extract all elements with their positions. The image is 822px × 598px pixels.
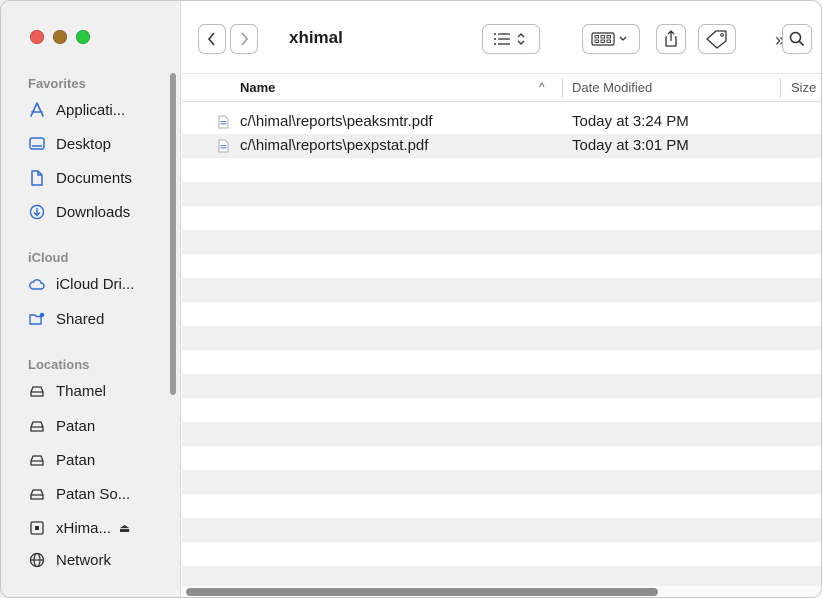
computer-icon [28,519,46,537]
file-name: c/\himal\reports\pexpstat.pdf [240,137,429,154]
sidebar-item-label: Shared [56,310,105,328]
sidebar-item-network[interactable]: Network [28,548,111,572]
share-button[interactable] [656,24,686,54]
sidebar-item-label: Documents [56,169,132,187]
column-divider[interactable] [562,78,563,98]
sidebar-item-label: Patan So... [56,485,131,503]
sidebar-section-locations: Locations [28,357,90,372]
file-list: c/\himal\reports\peaksmtr.pdf Today at 3… [182,102,822,586]
column-header-bar: Name ^ Date Modified Size [182,74,822,102]
column-name-header[interactable]: Name [240,80,275,95]
empty-row [182,278,822,302]
sidebar: Favorites Applicati... Desktop Documents… [0,0,181,598]
shared-folder-icon [28,310,46,328]
file-date-modified: Today at 3:01 PM [572,137,689,154]
sidebar-item-xhima[interactable]: xHima... ⏏ [28,516,130,540]
view-options-button[interactable] [482,24,540,54]
empty-row [182,230,822,254]
empty-row [182,206,822,230]
sidebar-item-downloads[interactable]: Downloads [28,200,130,224]
window-controls [30,30,90,44]
sort-ascending-icon[interactable]: ^ [539,80,545,94]
sidebar-item-label: Downloads [56,203,131,221]
desktop-icon [28,135,46,153]
sidebar-item-label: Desktop [56,135,112,153]
sidebar-item-shared[interactable]: Shared [28,307,104,331]
file-name: c/\himal\reports\peaksmtr.pdf [240,113,433,130]
empty-row [182,158,822,182]
finder-window: Favorites Applicati... Desktop Documents… [0,0,822,598]
document-icon [28,169,46,187]
download-icon [28,203,46,221]
column-size-header[interactable]: Size [791,80,816,95]
applications-icon [28,101,46,119]
sidebar-item-label: iCloud Dri... [56,275,135,293]
empty-row [182,254,822,278]
empty-row [182,350,822,374]
search-button[interactable] [782,24,812,54]
group-by-button[interactable] [582,24,640,54]
eject-icon[interactable]: ⏏ [119,521,130,535]
sidebar-item-applications[interactable]: Applicati... [28,98,125,122]
sidebar-item-label: Applicati... [56,101,126,119]
file-date-modified: Today at 3:24 PM [572,113,689,130]
empty-row [182,374,822,398]
file-row[interactable]: c/\himal\reports\peaksmtr.pdf Today at 3… [182,110,822,134]
sidebar-item-desktop[interactable]: Desktop [28,132,111,156]
chevron-right-icon [241,32,249,46]
window-title: xhimal [289,28,343,47]
horizontal-scrollbar[interactable] [182,586,822,598]
sidebar-item-label: xHima... [56,519,112,537]
empty-row [182,182,822,206]
search-icon [789,31,805,47]
sidebar-section-favorites: Favorites [28,76,86,91]
drive-icon [28,382,46,400]
forward-button[interactable] [230,24,258,54]
sidebar-item-documents[interactable]: Documents [28,166,132,190]
sidebar-item-thamel[interactable]: Thamel [28,379,106,403]
sidebar-item-label: Patan [56,451,96,469]
drive-icon [28,417,46,435]
tag-button[interactable] [698,24,736,54]
sidebar-item-patan-so[interactable]: Patan So... [28,482,130,506]
cloud-icon [28,275,46,293]
sidebar-item-label: Network [56,551,112,569]
empty-row [182,446,822,470]
file-row[interactable]: c/\himal\reports\pexpstat.pdf Today at 3… [182,134,822,158]
sidebar-item-label: Thamel [56,382,107,400]
column-divider[interactable] [780,78,781,98]
minimize-window-button[interactable] [53,30,67,44]
sidebar-scrollbar[interactable] [170,73,176,395]
empty-row [182,542,822,566]
share-icon [665,30,677,47]
tag-icon [706,30,727,49]
sidebar-item-patan[interactable]: Patan [28,414,95,438]
network-globe-icon [28,551,46,569]
empty-row [182,422,822,446]
empty-row [182,494,822,518]
pdf-file-icon [218,139,229,158]
sidebar-item-patan-2[interactable]: Patan [28,448,95,472]
drive-icon [28,451,46,469]
empty-row [182,398,822,422]
grid-group-icon [591,32,627,46]
pdf-file-icon [218,115,229,134]
list-view-icon [494,33,525,45]
chevron-left-icon [207,32,215,46]
back-button[interactable] [198,24,226,54]
sidebar-item-icloud-drive[interactable]: iCloud Dri... [28,272,134,296]
zoom-window-button[interactable] [76,30,90,44]
toolbar: xhimal » [182,0,822,74]
empty-row [182,566,822,586]
sidebar-section-icloud: iCloud [28,250,69,265]
close-window-button[interactable] [30,30,44,44]
empty-row [182,302,822,326]
column-date-modified-header[interactable]: Date Modified [572,80,652,95]
horizontal-scrollbar-thumb[interactable] [186,588,658,596]
drive-icon [28,485,46,503]
sidebar-item-label: Patan [56,417,96,435]
empty-row [182,326,822,350]
empty-row [182,470,822,494]
empty-row [182,518,822,542]
